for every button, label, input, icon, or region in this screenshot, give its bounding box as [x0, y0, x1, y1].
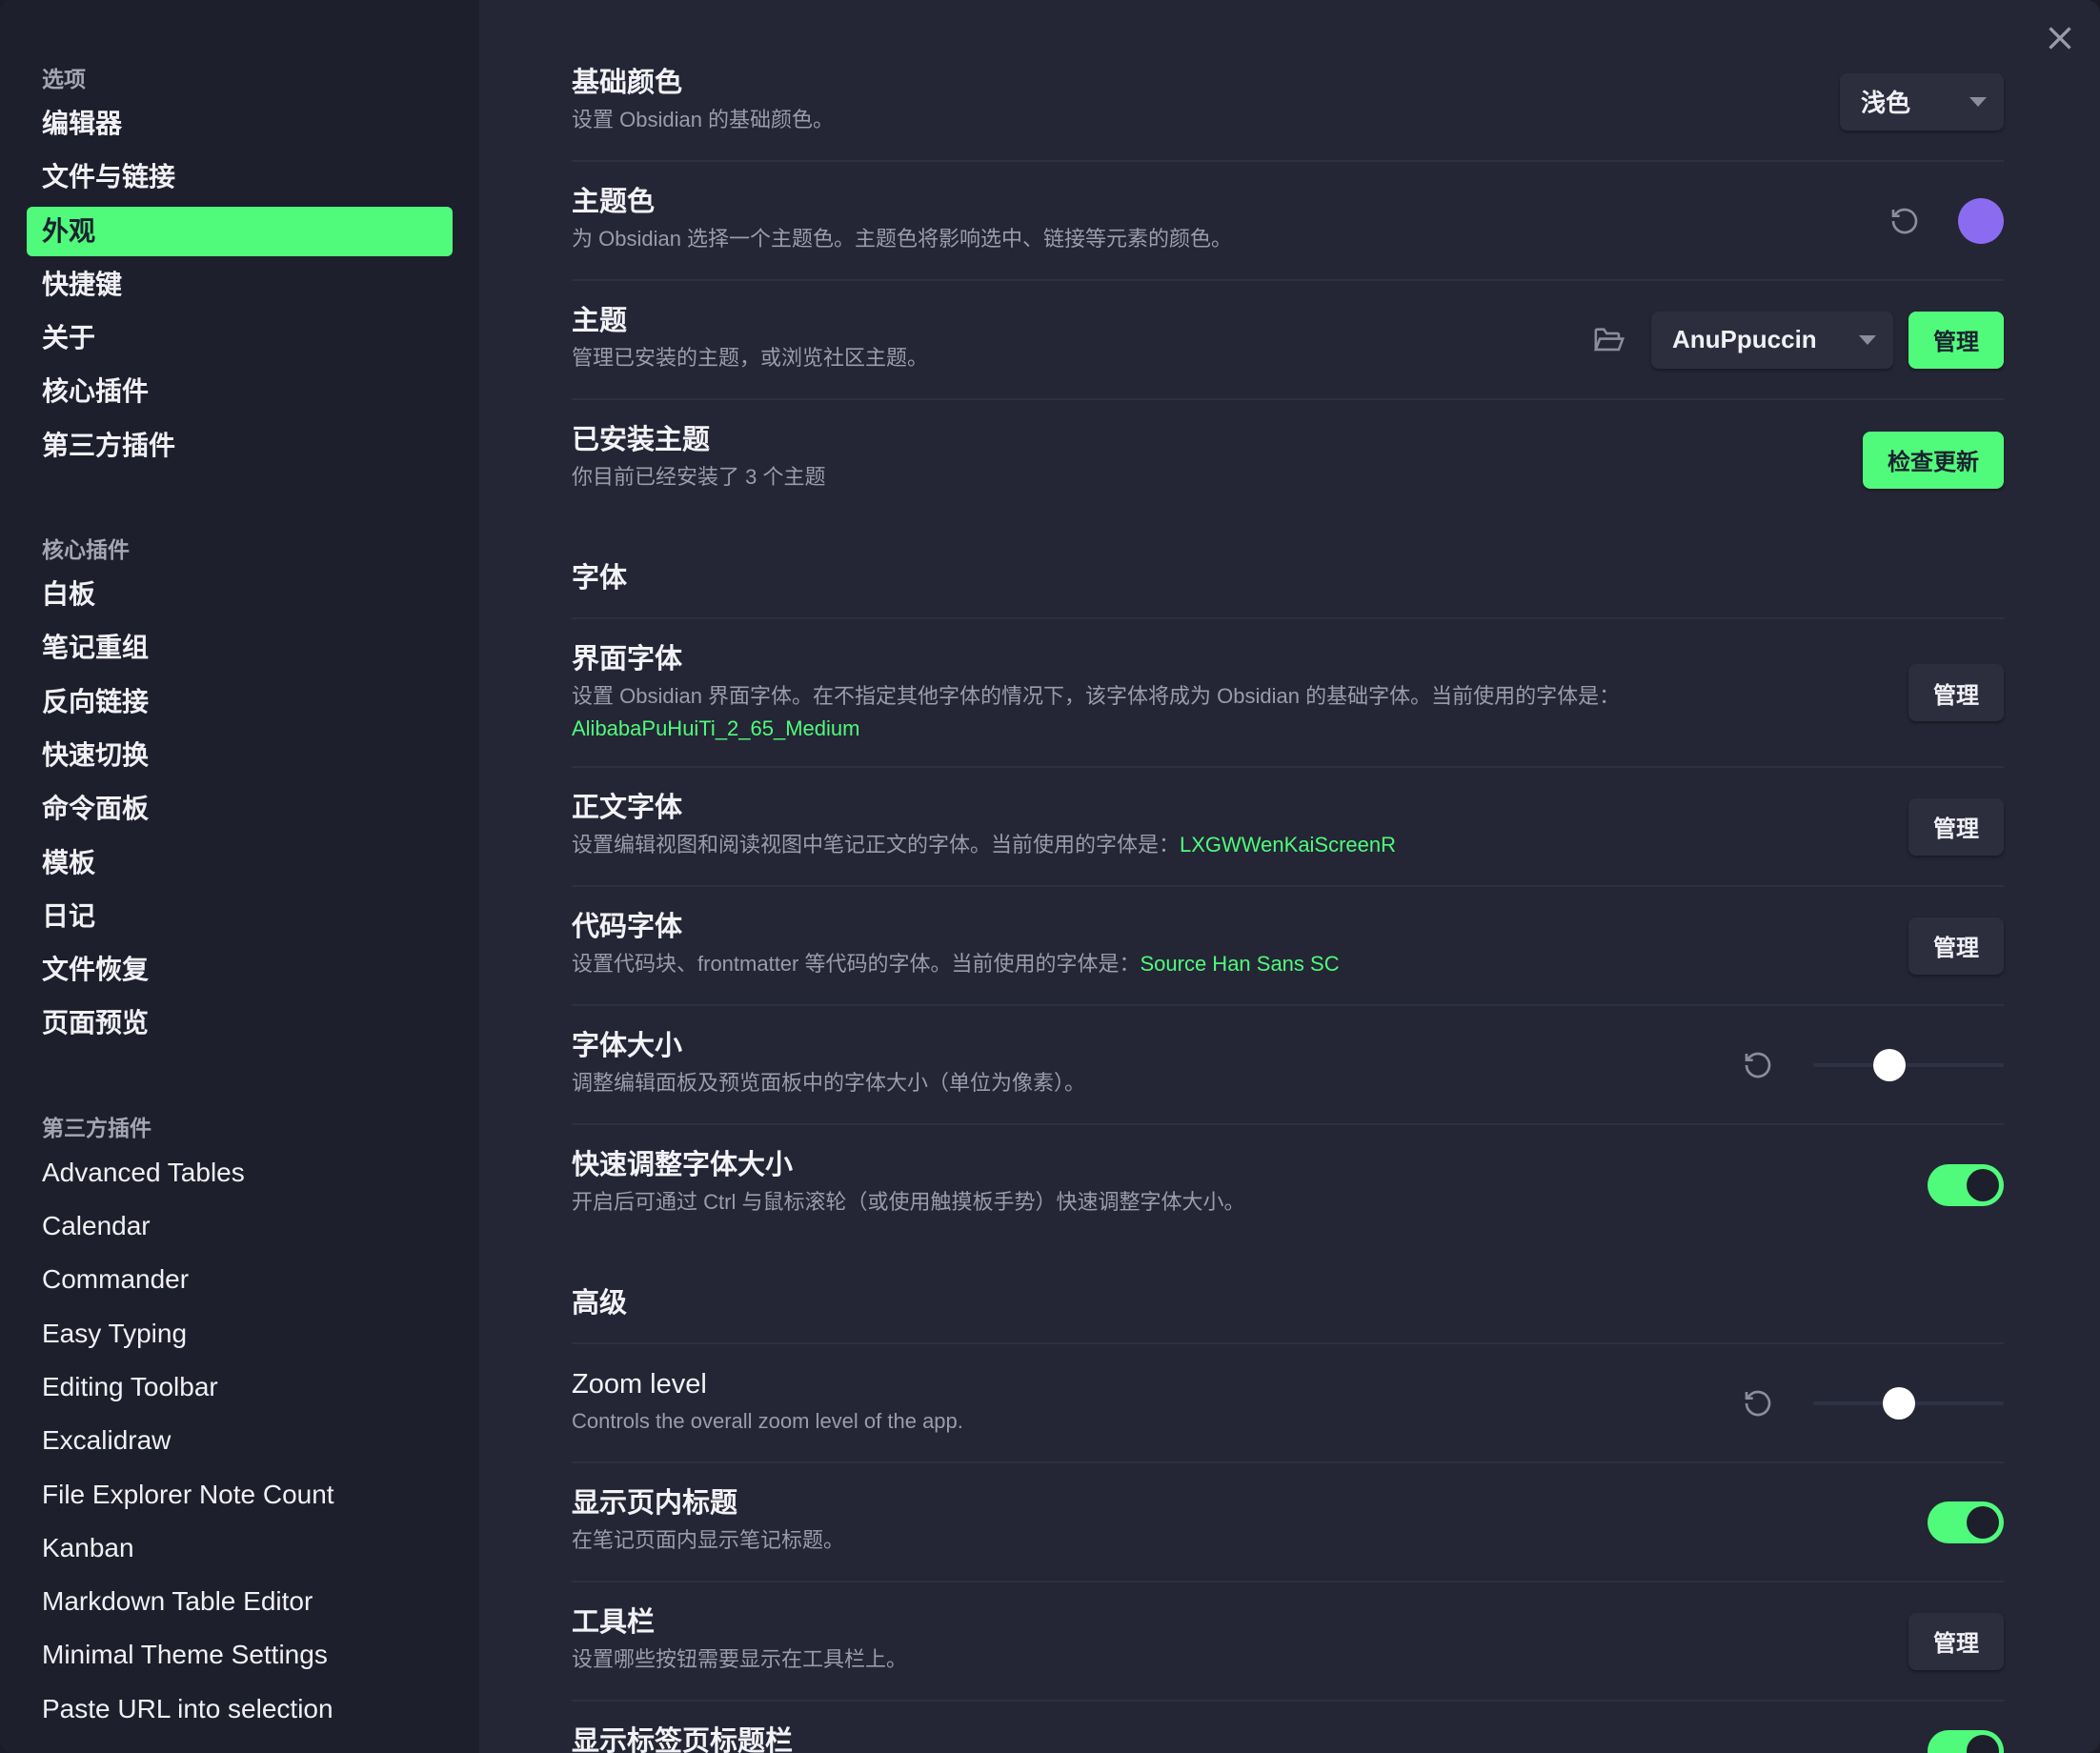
manage-mono-font-button[interactable]: 管理: [1908, 917, 2004, 975]
setting-title: 主题色: [572, 187, 656, 217]
setting-desc: 你目前已经安装了 3 个主题: [572, 465, 826, 489]
reset-icon[interactable]: [1888, 204, 1922, 238]
setting-inline-title: 显示页内标题 在笔记页面内显示笔记标题。: [572, 1463, 2004, 1582]
setting-title: 已安装主题: [572, 425, 711, 455]
setting-quick-font-size: 快速调整字体大小 开启后可通过 Ctrl 与鼠标滚轮（或使用触摸板手势）快速调整…: [572, 1125, 2004, 1244]
sidebar-item[interactable]: 文件恢复: [27, 945, 453, 995]
sidebar-item[interactable]: Advanced Tables: [27, 1148, 453, 1198]
quick-font-size-toggle[interactable]: [1928, 1163, 2004, 1206]
sidebar-section-heading: 选项: [42, 67, 86, 91]
tab-title-bar-toggle[interactable]: [1928, 1730, 2004, 1753]
setting-title: 正文字体: [572, 793, 683, 823]
setting-toolbar: 工具栏 设置哪些按钮需要显示在工具栏上。 管理: [572, 1582, 2004, 1702]
setting-accent-color: 主题色 为 Obsidian 选择一个主题色。主题色将影响选中、链接等元素的颜色…: [572, 162, 2004, 281]
setting-desc: 为 Obsidian 选择一个主题色。主题色将影响选中、链接等元素的颜色。: [572, 227, 1233, 251]
sidebar-item[interactable]: 文件与链接: [27, 152, 453, 202]
setting-text-font: 正文字体 设置编辑视图和阅读视图中笔记正文的字体。当前使用的字体是：LXGWWe…: [572, 768, 2004, 887]
sidebar-item[interactable]: 模板: [27, 838, 453, 888]
setting-desc: 设置代码块、frontmatter 等代码的字体。当前使用的字体是：: [572, 952, 1141, 976]
sidebar-item[interactable]: 快速切换: [27, 731, 453, 780]
settings-window: 选项 编辑器 文件与链接 外观 快捷键 关于 核心插件 第三方插件 核心插件 白板 笔记重组 反向链接…: [0, 0, 2100, 1753]
sidebar-section-heading: 核心插件: [42, 537, 130, 563]
manage-themes-button[interactable]: 管理: [1908, 311, 2004, 369]
setting-desc: 设置 Obsidian 界面字体。在不指定其他字体的情况下，该字体将成为 Obs…: [572, 684, 1621, 708]
chevron-down-icon: [1859, 334, 1876, 345]
accent-color-picker[interactable]: [1958, 197, 2004, 244]
font-size-slider[interactable]: [1813, 1048, 2004, 1081]
check-updates-button[interactable]: 检查更新: [1863, 431, 2004, 489]
setting-desc: 设置哪些按钮需要显示在工具栏上。: [572, 1647, 908, 1671]
slider-handle[interactable]: [1873, 1048, 1906, 1081]
settings-sidebar: 选项 编辑器 文件与链接 外观 快捷键 关于 核心插件 第三方插件 核心插件 白板 笔记重组 反向链接…: [0, 0, 479, 1753]
section-heading-advanced: 高级: [572, 1244, 2004, 1344]
select-value: 浅色: [1861, 89, 1911, 117]
sidebar-section-heading: 第三方插件: [42, 1115, 151, 1140]
manage-toolbar-button[interactable]: 管理: [1908, 1612, 2004, 1670]
sidebar-item[interactable]: Paste URL into selection: [27, 1684, 453, 1734]
reset-icon[interactable]: [1741, 1386, 1775, 1421]
sidebar-item[interactable]: 编辑器: [27, 99, 453, 149]
sidebar-item[interactable]: Minimal Theme Settings: [27, 1630, 453, 1680]
zoom-level-slider[interactable]: [1813, 1386, 2004, 1420]
sidebar-item[interactable]: Markdown Table Editor: [27, 1577, 453, 1626]
base-color-select[interactable]: 浅色: [1840, 72, 2004, 131]
setting-title: 快速调整字体大小: [572, 1150, 794, 1180]
sidebar-item[interactable]: Easy Typing: [27, 1309, 453, 1359]
setting-desc: 设置 Obsidian 的基础颜色。: [572, 108, 835, 131]
setting-base-color: 基础颜色 设置 Obsidian 的基础颜色。 浅色: [572, 43, 2004, 162]
select-value: AnuPpuccin: [1672, 325, 1817, 353]
sidebar-item[interactable]: 核心插件: [27, 367, 453, 416]
settings-content: 基础颜色 设置 Obsidian 的基础颜色。 浅色 主题色 为 Obsidia…: [572, 43, 2004, 1753]
setting-desc: 在笔记页面内显示笔记标题。: [572, 1528, 845, 1552]
setting-title: 代码字体: [572, 912, 683, 942]
folder-icon[interactable]: [1592, 323, 1626, 357]
sidebar-item[interactable]: Calendar: [27, 1201, 453, 1251]
sidebar-item[interactable]: 关于: [27, 313, 453, 363]
setting-title: 显示标签页标题栏: [572, 1726, 794, 1753]
slider-handle[interactable]: [1883, 1386, 1915, 1420]
setting-title: 工具栏: [572, 1607, 656, 1638]
current-font: LXGWWenKaiScreenR: [1180, 833, 1397, 856]
sidebar-item[interactable]: 第三方插件: [27, 421, 453, 471]
sidebar-item[interactable]: 快捷键: [27, 260, 453, 310]
setting-title: 界面字体: [572, 644, 683, 675]
setting-title: 基础颜色: [572, 68, 683, 98]
manage-text-font-button[interactable]: 管理: [1908, 797, 2004, 856]
sidebar-item[interactable]: 命令面板: [27, 784, 453, 834]
setting-ui-font: 界面字体 设置 Obsidian 界面字体。在不指定其他字体的情况下，该字体将成…: [572, 619, 2004, 768]
reset-icon[interactable]: [1741, 1048, 1775, 1082]
setting-mono-font: 代码字体 设置代码块、frontmatter 等代码的字体。当前使用的字体是：S…: [572, 887, 2004, 1006]
sidebar-item[interactable]: Commander: [27, 1255, 453, 1304]
setting-desc: 开启后可通过 Ctrl 与鼠标滚轮（或使用触摸板手势）快速调整字体大小。: [572, 1190, 1245, 1214]
sidebar-item[interactable]: Excalidraw: [27, 1416, 453, 1465]
sidebar-item[interactable]: Kanban: [27, 1523, 453, 1573]
setting-font-size: 字体大小 调整编辑面板及预览面板中的字体大小（单位为像素）。: [572, 1006, 2004, 1125]
setting-tab-title-bar: 显示标签页标题栏: [572, 1702, 2004, 1753]
chevron-down-icon: [1969, 96, 1987, 107]
current-font: AlibabaPuHuiTi_2_65_Medium: [572, 716, 860, 740]
inline-title-toggle[interactable]: [1928, 1501, 2004, 1543]
setting-theme: 主题 管理已安装的主题，或浏览社区主题。 AnuPpuccin 管理: [572, 281, 2004, 400]
setting-zoom-level: Zoom level Controls the overall zoom lev…: [572, 1344, 2004, 1463]
sidebar-item[interactable]: Editing Toolbar: [27, 1362, 453, 1412]
sidebar-item[interactable]: 反向链接: [27, 677, 453, 727]
theme-select[interactable]: AnuPpuccin: [1651, 311, 1893, 369]
manage-ui-font-button[interactable]: 管理: [1908, 664, 2004, 721]
setting-title: 显示页内标题: [572, 1488, 738, 1519]
setting-installed-themes: 已安装主题 你目前已经安装了 3 个主题 检查更新: [572, 400, 2004, 519]
section-heading-font: 字体: [572, 519, 2004, 619]
sidebar-item[interactable]: File Explorer Note Count: [27, 1470, 453, 1520]
close-icon[interactable]: [2043, 21, 2077, 55]
sidebar-item[interactable]: 白板: [27, 570, 453, 619]
sidebar-item[interactable]: 页面预览: [27, 998, 453, 1048]
setting-desc: 设置编辑视图和阅读视图中笔记正文的字体。当前使用的字体是：: [572, 833, 1181, 856]
current-font: Source Han Sans SC: [1140, 952, 1340, 976]
sidebar-item[interactable]: 日记: [27, 892, 453, 941]
sidebar-item[interactable]: 外观: [27, 206, 453, 256]
sidebar-item[interactable]: 笔记重组: [27, 623, 453, 673]
